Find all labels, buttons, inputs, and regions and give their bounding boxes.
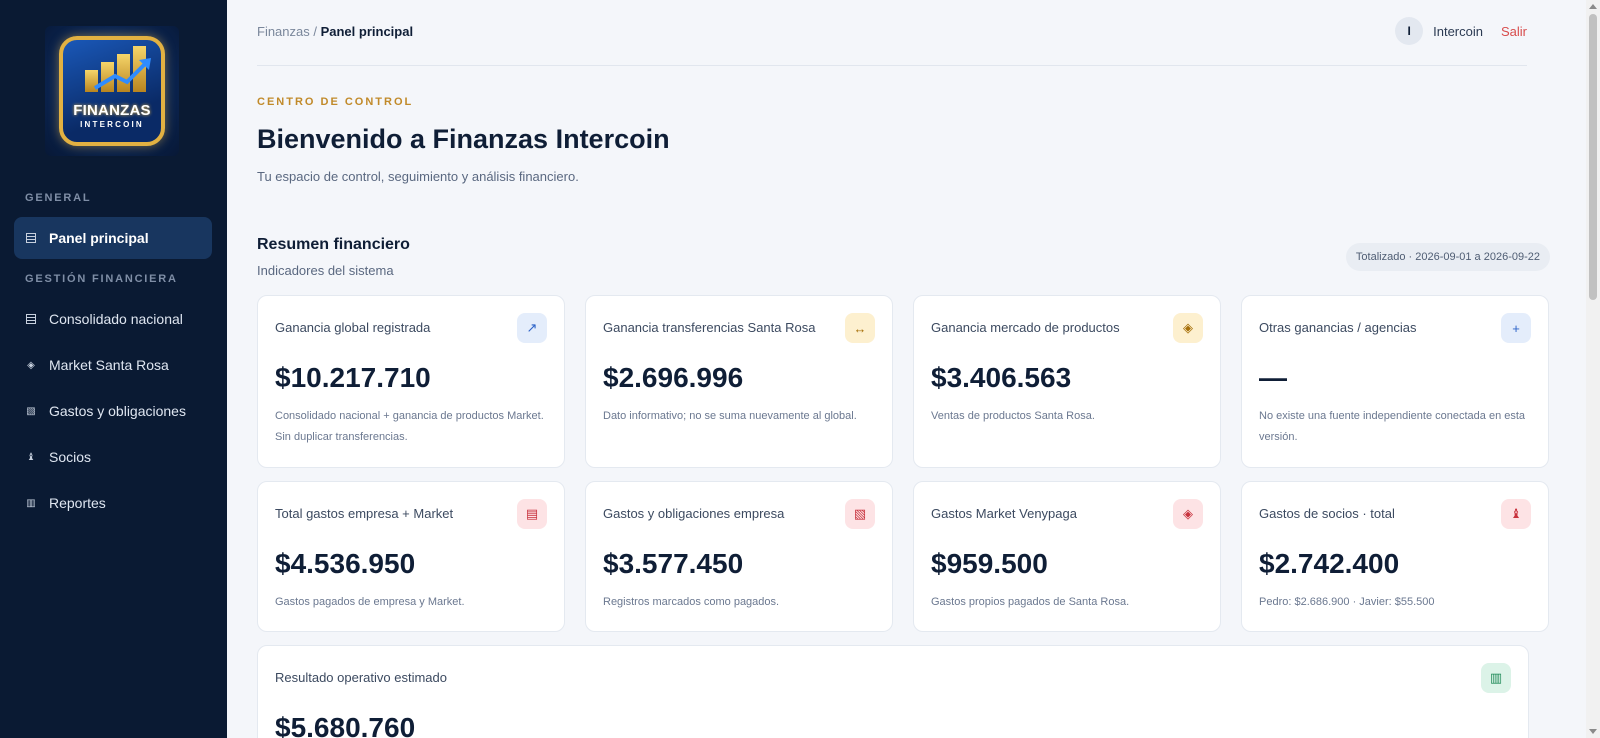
- card-otras-ganancias: Otras ganancias / agencias + — No existe…: [1241, 295, 1549, 468]
- card-label: Resultado operativo estimado: [275, 670, 447, 685]
- card-label: Ganancia transferencias Santa Rosa: [603, 320, 816, 335]
- sidebar-item-label: Gastos y obligaciones: [49, 403, 186, 419]
- card-value: $2.696.996: [603, 362, 744, 393]
- card-value: $10.217.710: [275, 362, 431, 393]
- page-subtitle: Tu espacio de control, seguimiento y aná…: [257, 169, 579, 184]
- list-icon: ▤: [517, 499, 547, 529]
- card-value: $4.536.950: [275, 548, 416, 579]
- card-label: Gastos Market Venypaga: [931, 506, 1077, 521]
- diamond-icon: ◈: [1173, 499, 1203, 529]
- table-icon: ▥: [26, 497, 36, 509]
- scroll-up-icon[interactable]: [1589, 4, 1597, 9]
- sidebar-item-label: Consolidado nacional: [49, 311, 183, 327]
- card-note: Gastos propios pagados de Santa Rosa.: [931, 596, 1130, 608]
- grid-icon: [25, 232, 37, 244]
- trend-up-icon: ↗: [517, 313, 547, 343]
- sidebar-item-label: Market Santa Rosa: [49, 357, 169, 373]
- logo-text-finanzas: FINANZAS: [73, 102, 151, 119]
- user-name: Intercoin: [1433, 23, 1483, 39]
- table-icon: ▥: [1481, 663, 1511, 693]
- card-total-gastos: Total gastos empresa + Market ▤ $4.536.9…: [257, 481, 565, 632]
- card-ganancia-transferencias: Ganancia transferencias Santa Rosa ↔ $2.…: [585, 295, 893, 468]
- card-label: Otras ganancias / agencias: [1259, 320, 1417, 335]
- card-note: Gastos pagados de empresa y Market.: [275, 596, 465, 608]
- card-value: $3.577.450: [603, 548, 744, 579]
- hatch-icon: ▧: [26, 405, 36, 417]
- sidebar-item-consolidado-nacional[interactable]: Consolidado nacional: [14, 298, 212, 340]
- card-ganancia-mercado: Ganancia mercado de productos ◈ $3.406.5…: [913, 295, 1221, 468]
- scrollbar-thumb[interactable]: [1589, 14, 1597, 300]
- finanzas-intercoin-logo: FINANZAS INTERCOIN: [45, 26, 179, 156]
- card-resultado-operativo: Resultado operativo estimado ▥ $5.680.76…: [257, 645, 1529, 738]
- card-value: $5.680.760: [275, 712, 416, 738]
- sidebar-item-panel-principal[interactable]: Panel principal: [14, 217, 212, 259]
- user-menu: I Intercoin Salir: [1395, 17, 1527, 45]
- scroll-down-icon[interactable]: [1589, 729, 1597, 734]
- card-note: Pedro: $2.686.900 · Javier: $55.500: [1259, 596, 1435, 608]
- logo-text-intercoin: INTERCOIN: [80, 120, 144, 129]
- card-note: Consolidado nacional + ganancia de produ…: [275, 410, 544, 443]
- plus-icon: +: [1501, 313, 1531, 343]
- person-icon: ♝: [1501, 499, 1531, 529]
- diamond-icon: ◈: [27, 359, 35, 371]
- diamond-icon: ◈: [1173, 313, 1203, 343]
- sidebar-item-market-santa-rosa[interactable]: ◈ Market Santa Rosa: [14, 344, 212, 386]
- nav-section-general: GENERAL: [25, 192, 92, 204]
- card-note: Ventas de productos Santa Rosa.: [931, 410, 1095, 422]
- card-label: Gastos de socios · total: [1259, 506, 1395, 521]
- card-value: $2.742.400: [1259, 548, 1400, 579]
- card-value: —: [1259, 362, 1287, 393]
- sidebar-item-label: Panel principal: [49, 230, 149, 246]
- breadcrumb-current: Panel principal: [320, 24, 414, 39]
- sidebar-item-label: Socios: [49, 449, 92, 465]
- card-gastos-obligaciones: Gastos y obligaciones empresa ▧ $3.577.4…: [585, 481, 893, 632]
- card-note: Dato informativo; no se suma nuevamente …: [603, 410, 857, 422]
- page-title: Bienvenido a Finanzas Intercoin: [257, 124, 670, 154]
- card-label: Gastos y obligaciones empresa: [603, 506, 785, 521]
- logout-button[interactable]: Salir: [1501, 24, 1527, 39]
- logo-arrow-icon: [93, 58, 151, 90]
- logo-badge: FINANZAS INTERCOIN: [59, 36, 165, 146]
- card-note: No existe una fuente independiente conec…: [1259, 410, 1526, 443]
- sidebar-item-socios[interactable]: ♝ Socios: [14, 436, 212, 478]
- card-label: Ganancia global registrada: [275, 320, 431, 335]
- card-label: Total gastos empresa + Market: [275, 506, 454, 521]
- card-value: $959.500: [931, 548, 1048, 579]
- vertical-scrollbar[interactable]: [1586, 0, 1600, 738]
- period-badge: Totalizado · 2026-09-01 a 2026-09-22: [1345, 243, 1550, 271]
- eyebrow-label: CENTRO DE CONTROL: [257, 96, 414, 108]
- sidebar: FINANZAS INTERCOIN GENERAL Panel princip…: [0, 0, 227, 738]
- breadcrumb: Finanzas / Panel principal: [257, 24, 413, 39]
- breadcrumb-root[interactable]: Finanzas: [257, 24, 310, 39]
- card-gastos-market: Gastos Market Venypaga ◈ $959.500 Gastos…: [913, 481, 1221, 632]
- list-icon: [25, 313, 37, 325]
- sidebar-item-gastos-obligaciones[interactable]: ▧ Gastos y obligaciones: [14, 390, 212, 432]
- card-value: $3.406.563: [931, 362, 1072, 393]
- summary-title: Resumen financiero: [257, 236, 410, 253]
- avatar[interactable]: I: [1395, 17, 1424, 45]
- top-bar: Finanzas / Panel principal I Intercoin S…: [257, 0, 1527, 66]
- person-icon: ♝: [26, 451, 36, 463]
- sidebar-item-reportes[interactable]: ▥ Reportes: [14, 482, 212, 524]
- card-note: Registros marcados como pagados.: [603, 596, 780, 608]
- sidebar-item-label: Reportes: [49, 495, 106, 511]
- transfer-icon: ↔: [845, 313, 875, 343]
- card-gastos-socios: Gastos de socios · total ♝ $2.742.400 Pe…: [1241, 481, 1549, 632]
- breadcrumb-separator: /: [309, 24, 321, 39]
- nav-section-gestion: GESTIÓN FINANCIERA: [25, 273, 178, 285]
- summary-subtitle: Indicadores del sistema: [257, 263, 394, 278]
- card-ganancia-global: Ganancia global registrada ↗ $10.217.710…: [257, 295, 565, 468]
- hatch-icon: ▧: [845, 499, 875, 529]
- card-label: Ganancia mercado de productos: [931, 320, 1120, 335]
